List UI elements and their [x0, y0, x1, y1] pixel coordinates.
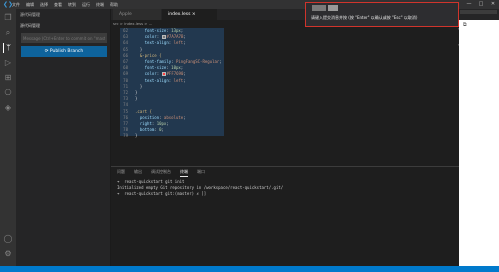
activity-bar: ❐ ⌕ ᛘ ▷ ⊞ ⎔ ◈ ◯ ⚙ [0, 9, 16, 272]
docker-icon[interactable]: ◈ [3, 103, 13, 113]
line-number: 66 [123, 52, 128, 58]
status-bar [0, 266, 499, 272]
menu-help[interactable]: 帮助 [110, 0, 118, 9]
open-external-icon[interactable]: ⧉ [463, 23, 468, 28]
search-icon[interactable]: ⌕ [3, 28, 13, 38]
source-control-sidebar: 源代码管理 源代码管理 ⟳ Publish Branch [16, 9, 111, 272]
code-line: font-size: 13px; [144, 28, 184, 33]
menu-view[interactable]: 查看 [54, 0, 62, 9]
line-number: 68 [123, 65, 128, 71]
quick-input-prompt: 请键入提交消息并按 (按 "Enter" 以确认或按 "Esc" 以取消) [311, 15, 418, 20]
tab-ports[interactable]: 端口 [197, 169, 205, 177]
tab-index-less[interactable]: index.less × [162, 9, 217, 20]
code-line: } [135, 90, 138, 95]
line-number: 76 [123, 114, 128, 120]
code-line: font-family: PingFangSC-Regular; [144, 59, 222, 64]
sidebar-title: 源代码管理 [20, 12, 40, 17]
line-number: 79 [123, 133, 128, 139]
run-debug-icon[interactable]: ▷ [3, 58, 13, 68]
code-line: &-price { [139, 52, 162, 58]
code-line: right: 10px; [139, 121, 169, 126]
menu-bar: 文件 编辑 选择 查看 转到 运行 终端 帮助 [12, 0, 118, 9]
tab-apple[interactable]: Apple [113, 9, 161, 20]
code-line: } [135, 133, 138, 139]
line-number-gutter: 62 63 64 65 66 67 68 69 70 71 72 73 74 75 76 77 78 79 [111, 26, 131, 166]
source-control-icon[interactable]: ᛘ [3, 43, 13, 53]
quick-input-bar [460, 10, 497, 14]
account-icon[interactable]: ◯ [3, 234, 13, 244]
line-number: 75 [123, 108, 128, 114]
scm-section-header[interactable]: 源代码管理 [20, 23, 40, 29]
line-number: 69 [123, 71, 128, 77]
line-number: 64 [123, 40, 128, 46]
menu-file[interactable]: 文件 [12, 0, 20, 9]
menu-terminal[interactable]: 终端 [96, 0, 104, 9]
panel-tabs: 问题 输出 调试控制台 终端 端口 [117, 169, 205, 177]
close-window-button[interactable]: ✕ [487, 0, 499, 9]
line-number: 74 [123, 102, 128, 108]
code-line: } [139, 46, 143, 52]
code-line: color: #7A7A7B; [144, 34, 186, 40]
maximize-button[interactable]: □ [475, 0, 487, 9]
menu-selection[interactable]: 选择 [40, 0, 48, 9]
extensions-icon[interactable]: ⊞ [3, 73, 13, 83]
line-number: 71 [123, 83, 128, 89]
code-line: .cart { [135, 108, 152, 114]
code-line: } [135, 96, 138, 102]
code-line: position: absolute; [139, 114, 186, 120]
publish-branch-button[interactable]: ⟳ Publish Branch [21, 46, 107, 57]
vscode-logo-icon: ❮❯ [3, 1, 14, 8]
line-number: 67 [123, 59, 128, 64]
line-number: 62 [123, 28, 128, 33]
menu-edit[interactable]: 编辑 [26, 0, 34, 9]
tab-output[interactable]: 输出 [134, 169, 142, 177]
line-number: 73 [123, 96, 128, 102]
line-number: 65 [123, 46, 128, 52]
code-line: } [139, 83, 143, 89]
commit-message-input[interactable] [21, 33, 107, 43]
tab-terminal[interactable]: 终端 [180, 169, 188, 177]
minimize-button[interactable]: — [463, 0, 475, 9]
code-line: font-size: 10px; [144, 65, 184, 71]
code-line: bottom: 0; [139, 127, 164, 133]
redacted-block [328, 5, 338, 11]
code-line: text-align: left; [144, 40, 186, 46]
menu-run[interactable]: 运行 [82, 0, 90, 9]
code-editor[interactable]: 62 63 64 65 66 67 68 69 70 71 72 73 74 75 76 77 78 79 fon… [111, 26, 499, 166]
menu-go[interactable]: 转到 [68, 0, 76, 9]
line-number: 70 [123, 77, 128, 83]
settings-icon[interactable]: ⚙ [3, 249, 13, 259]
code-line: text-align: left; [144, 77, 186, 83]
bottom-panel: 问题 输出 调试控制台 终端 端口 ➜ react-quickstart git… [111, 166, 459, 266]
tab-problems[interactable]: 问题 [117, 169, 125, 177]
redacted-block [312, 5, 326, 11]
color-swatch[interactable] [161, 35, 166, 40]
files-icon[interactable]: ❐ [3, 13, 13, 23]
terminal-output[interactable]: ➜ react-quickstart git init Initialized … [117, 179, 283, 197]
commit-message-quick-input[interactable]: 请键入提交消息并按 (按 "Enter" 以确认或按 "Esc" 以取消) [305, 2, 459, 27]
color-swatch[interactable] [161, 72, 166, 77]
code-line: color: #FF7690; [144, 71, 186, 77]
preview-panel[interactable]: ⧉ [459, 20, 499, 266]
terminal-line: ➜ react-quickstart git:(master) ✗ [] [117, 191, 207, 196]
line-number: 77 [123, 121, 128, 126]
line-number: 72 [123, 90, 128, 95]
remote-icon[interactable]: ⎔ [3, 88, 13, 98]
line-number: 78 [123, 127, 128, 133]
line-number: 63 [123, 34, 128, 40]
tab-debug-console[interactable]: 调试控制台 [151, 169, 171, 177]
